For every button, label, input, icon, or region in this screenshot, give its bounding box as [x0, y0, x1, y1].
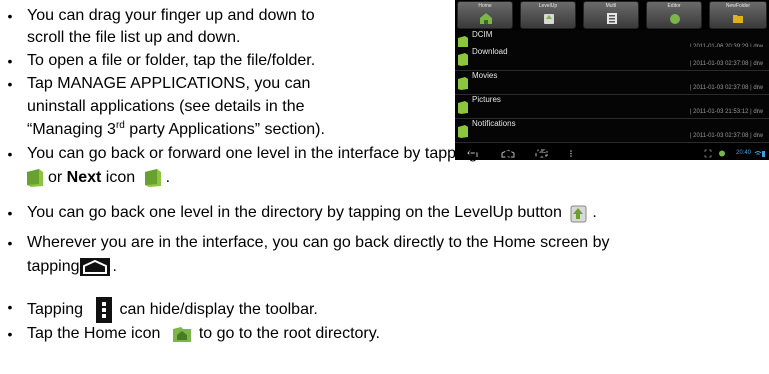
android-status-icon: [719, 150, 725, 157]
text-fragment: You can go back one level in the directo…: [27, 204, 562, 222]
text-line: or Next icon .: [22, 168, 170, 188]
toolbar-home-button: Home: [457, 1, 513, 29]
text-fragment: You can go back or forward one level in …: [27, 145, 531, 162]
fullscreen-icon: [704, 149, 712, 158]
home-icon: [480, 13, 492, 24]
back-icon: [27, 169, 43, 187]
file-row-name: Notifications: [472, 119, 516, 128]
file-row-name: Pictures: [472, 95, 501, 104]
text-fragment: can hide/display the toolbar.: [119, 301, 318, 319]
new-folder-icon: [733, 15, 743, 23]
text-line: You can go back or forward one level in …: [27, 144, 603, 164]
editor-icon: [670, 14, 680, 24]
toolbar-levelup-button: LevelUp: [520, 1, 576, 29]
next-icon: [144, 169, 161, 187]
levelup-icon: [544, 14, 554, 24]
text-line: “Managing 3rd party Applications” sectio…: [27, 120, 325, 140]
bullet: •: [7, 326, 13, 342]
file-row-date: | 2011-01-03 21:53:12 | drw: [689, 109, 763, 115]
menu-icon: [95, 297, 112, 323]
text-fragment: “Managing 3: [27, 121, 116, 138]
bullet: •: [7, 299, 13, 315]
toolbar: Home LevelUp MultI Editor NewFolder: [455, 0, 769, 30]
bullet: •: [7, 53, 13, 69]
text-line: To open a file or folder, tap the file/f…: [27, 52, 316, 69]
text-fragment: Tap the Home icon: [27, 325, 161, 343]
bullet: •: [7, 8, 13, 24]
text-line: tapping .: [27, 257, 117, 277]
file-row-name: Movies: [472, 71, 498, 80]
clock: 20:40: [735, 150, 751, 156]
text-line: You can go back one level in the directo…: [27, 203, 597, 223]
toolbar-newfolder-button: NewFolder: [709, 1, 767, 29]
text-fragment: icon: [569, 145, 603, 162]
text-line: Tap the Home icon to go to the root dire…: [27, 324, 380, 344]
file-manager-screenshot: Home LevelUp MultI Editor NewFolder DCIM…: [455, 0, 769, 160]
wifi-battery-icon: [754, 151, 765, 157]
toolbar-editor-label: Editor: [667, 3, 681, 9]
text-fragment: .: [592, 204, 597, 222]
folder-icon: [458, 77, 468, 90]
text-line: scroll the file list up and down.: [27, 29, 241, 46]
bold-text: Back: [530, 145, 569, 162]
toolbar-editor-button: Editor: [646, 1, 702, 29]
file-row-date: | 2011-01-03 02:37:08 | drw: [689, 133, 763, 139]
toolbar-levelup-label: LevelUp: [538, 3, 558, 9]
toolbar-multi-button: MultI: [583, 1, 639, 29]
superscript: rd: [115, 120, 125, 131]
text-fragment: party Applications” section).: [124, 121, 325, 138]
folder-icon: [458, 125, 468, 138]
file-row: Notifications | 2011-01-03 02:37:08 | dr…: [455, 119, 769, 143]
multi-select-icon: [607, 13, 617, 24]
text-line: Wherever you are in the interface, you c…: [27, 234, 610, 251]
bullet: •: [7, 146, 13, 162]
file-row-date: | 2011-01-03 02:37:08 | drw: [689, 85, 763, 91]
text-fragment: .: [165, 169, 171, 187]
folder-icon: [458, 101, 468, 114]
toolbar-newfolder-label: NewFolder: [725, 3, 751, 9]
folder-icon: [458, 53, 468, 66]
file-row: Pictures | 2011-01-03 21:53:12 | drw: [455, 95, 769, 119]
file-row-date: | 2011-01-03 02:37:08 | drw: [689, 61, 763, 67]
text-line: You can drag your finger up and down to: [27, 7, 315, 24]
text-fragment: tapping: [27, 258, 80, 275]
bullet: •: [7, 235, 13, 251]
text-fragment: to go to the root directory.: [198, 325, 380, 343]
file-row-name: Download: [472, 47, 508, 56]
text-line: Tap MANAGE APPLICATIONS, you can: [27, 75, 311, 92]
file-row-name: DCIM: [472, 30, 493, 39]
bullet: •: [7, 76, 13, 92]
text-fragment: or: [48, 169, 67, 187]
bullet: •: [7, 205, 13, 221]
toolbar-multi-label: MultI: [605, 3, 617, 9]
home-nav-icon: [79, 257, 110, 276]
text-fragment: Tapping: [27, 301, 84, 319]
bold-text: Next: [66, 169, 102, 187]
home-folder-icon: [172, 327, 191, 342]
text-fragment: .: [112, 258, 117, 275]
levelup-icon: [570, 205, 587, 223]
file-row: Movies | 2011-01-03 02:37:08 | drw: [455, 71, 769, 95]
toolbar-home-label: Home: [478, 3, 492, 9]
text-line: uninstall applications (see details in t…: [27, 98, 305, 115]
text-fragment: icon: [101, 169, 136, 187]
text-line: Tapping can hide/display the toolbar.: [27, 297, 318, 323]
file-row: Download | 2011-01-03 02:37:08 | drw: [455, 47, 769, 71]
